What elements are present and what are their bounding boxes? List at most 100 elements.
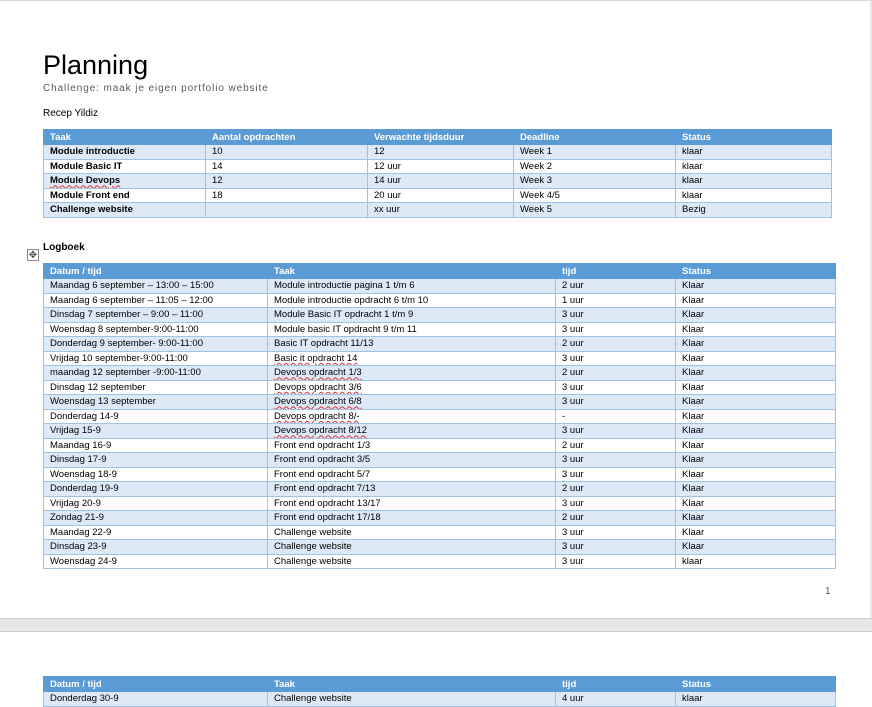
cell-text: 4 uur <box>562 693 584 705</box>
logbook-row-cell: Vrijdag 15-9 <box>43 423 268 439</box>
planning-table: Taak Aantal opdrachten Verwachte tijdsdu… <box>43 129 832 218</box>
cell-text: Vrijdag 10 september-9:00-11:00 <box>50 352 188 364</box>
planning-row-cell: Bezig <box>675 202 832 218</box>
logbook-heading: Logboek <box>43 242 85 253</box>
logbook-row-cell: Module Basic IT opdracht 1 t/m 9 <box>267 307 556 323</box>
cell-text: 3 uur <box>562 454 584 466</box>
cell-text: Challenge website <box>274 541 352 553</box>
cell-text: Maandag 6 september – 13:00 – 15:00 <box>50 280 214 292</box>
logbook-row: Vrijdag 15-9 Devops opdracht 8/12 3 uur Kla… <box>43 423 836 439</box>
planning-row-cell: Week 2 <box>513 158 676 174</box>
cell-text: Basic it opdracht 14 <box>274 352 358 364</box>
logbook-row-cell: 3 uur <box>555 321 676 337</box>
cell-text: Week 1 <box>520 146 553 158</box>
cell-text: 3 uur <box>562 555 584 567</box>
planning-row: Challenge website xx uur Week 5 Bezig <box>43 202 832 218</box>
logbook-row-cell: 3 uur <box>555 539 676 555</box>
logbook-row-cell: Donderdag 19-9 <box>43 481 268 497</box>
logbook-row-cell: Klaar <box>675 321 836 337</box>
logbook-row: Vrijdag 20-9 Front end opdracht 13/17 3 uu… <box>43 495 836 511</box>
logbook-header-taak: Taak <box>267 263 556 279</box>
logbook-continued-header-datum: Datum / tijd <box>43 676 268 692</box>
logbook-row-cell: 3 uur <box>555 466 676 482</box>
document-page-2: Datum / tijd Taak tijd Status Donderdag … <box>0 632 872 707</box>
cell-text: Challenge website <box>274 693 352 705</box>
logbook-row-cell: Challenge website <box>267 539 556 555</box>
cell-text: Woensdag 18-9 <box>50 468 117 480</box>
cell-text: Dinsdag 17-9 <box>50 454 107 466</box>
logbook-row-cell: Challenge website <box>267 553 556 569</box>
cell-text: 18 <box>212 189 223 201</box>
logbook-continued-row-cell: Challenge website <box>267 691 556 707</box>
logbook-row-cell: Dinsdag 7 september – 9:00 – 11:00 <box>43 307 268 323</box>
logbook-row-cell: Donderdag 9 september- 9:00-11:00 <box>43 336 268 352</box>
logbook-row-cell: Devops opdracht 3/6 <box>267 379 556 395</box>
planning-row-cell: Week 4/5 <box>513 187 676 203</box>
cell-text: 2 uur <box>562 338 584 350</box>
logbook-row: Woensdag 13 september Devops opdracht 6/8… <box>43 394 836 410</box>
logbook-row-cell: Devops opdracht 6/8 <box>267 394 556 410</box>
planning-row-cell: Challenge website <box>43 202 206 218</box>
cell-text: Module Front end <box>50 189 130 201</box>
logbook-row-cell: 3 uur <box>555 495 676 511</box>
logbook-row-cell: Front end opdracht 3/5 <box>267 452 556 468</box>
logbook-row-cell: Klaar <box>675 379 836 395</box>
cell-text: 12 uur <box>374 160 401 172</box>
logbook-row: Maandag 22-9 Challenge website 3 uur Klaar <box>43 524 836 540</box>
cell-text: Module introductie pagina 1 t/m 6 <box>274 280 415 292</box>
cell-text: xx uur <box>374 204 400 216</box>
logbook-row-cell: Basic it opdracht 14 <box>267 350 556 366</box>
planning-header-status: Status <box>675 129 832 145</box>
cell-text: 2 uur <box>562 512 584 524</box>
logbook-row-cell: Klaar <box>675 365 836 381</box>
logbook-row: Dinsdag 17-9 Front end opdracht 3/5 3 uur K… <box>43 452 836 468</box>
cell-text: 12 <box>374 146 385 158</box>
cell-text: Donderdag 14-9 <box>50 410 119 422</box>
cell-text: Dinsdag 12 september <box>50 381 146 393</box>
logbook-row-cell: Front end opdracht 13/17 <box>267 495 556 511</box>
cell-text: 14 uur <box>374 175 401 187</box>
cell-text: Devops opdracht 3/6 <box>274 381 362 393</box>
cell-text: Basic IT opdracht 11/13 <box>274 338 374 350</box>
cell-text: 3 uur <box>562 468 584 480</box>
table-move-handle-icon[interactable]: ✥ <box>27 249 39 261</box>
cell-text: 1 uur <box>562 294 584 306</box>
planning-row-cell <box>205 202 368 218</box>
logbook-row-cell: Zondag 21-9 <box>43 510 268 526</box>
cell-text: Module basic IT opdracht 9 t/m 11 <box>274 323 417 335</box>
logbook-row-cell: Woensdag 13 september <box>43 394 268 410</box>
logbook-table: Datum / tijd Taak tijd Status Maandag 6 … <box>43 263 836 569</box>
page-number: 1 <box>825 586 831 597</box>
planning-row-cell: Module Basic IT <box>43 158 206 174</box>
cell-text: Klaar <box>682 454 705 466</box>
cell-text: Klaar <box>682 381 705 393</box>
cell-text: Klaar <box>682 483 705 495</box>
logbook-row-cell: Front end opdracht 1/3 <box>267 437 556 453</box>
logbook-row: Vrijdag 10 september-9:00-11:00 Basic it … <box>43 350 836 366</box>
cell-text: Klaar <box>682 396 705 408</box>
cell-text: Klaar <box>682 367 705 379</box>
cell-text: 10 <box>212 146 223 158</box>
cell-text: 14 <box>212 160 223 172</box>
logbook-row-cell: Klaar <box>675 539 836 555</box>
logbook-row-cell: 2 uur <box>555 365 676 381</box>
logbook-row-cell: 3 uur <box>555 394 676 410</box>
cell-text: 3 uur <box>562 541 584 553</box>
logbook-row: maandag 12 september -9:00-11:00 Devops o… <box>43 365 836 381</box>
logbook-row-cell: Klaar <box>675 510 836 526</box>
planning-row-cell: Module Front end <box>43 187 206 203</box>
planning-row-cell: klaar <box>675 158 832 174</box>
logbook-row-cell: Dinsdag 12 september <box>43 379 268 395</box>
planning-row-cell: Module Devops <box>43 173 206 189</box>
cell-text: Woensdag 24-9 <box>50 555 117 567</box>
cell-text: klaar <box>682 555 703 567</box>
logbook-row-cell: 3 uur <box>555 423 676 439</box>
cell-text: 20 uur <box>374 189 401 201</box>
planning-header-duur: Verwachte tijdsduur <box>367 129 514 145</box>
logbook-continued-row: Donderdag 30-9 Challenge website 4 uur klaa… <box>43 691 836 707</box>
logbook-header-status: Status <box>675 263 836 279</box>
cell-text: Klaar <box>682 309 705 321</box>
author-name: Recep Yildiz <box>43 108 99 119</box>
planning-row-cell: klaar <box>675 173 832 189</box>
logbook-row-cell: Challenge website <box>267 524 556 540</box>
